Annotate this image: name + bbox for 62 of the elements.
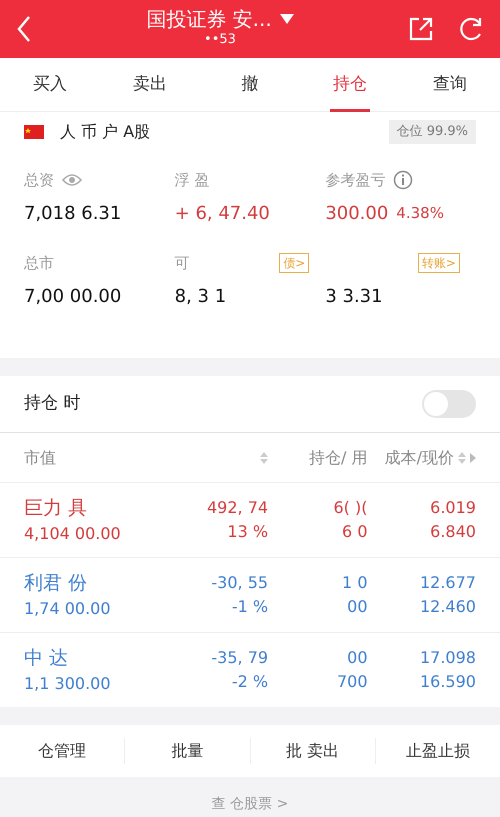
profit-loss: -30, 55	[211, 572, 268, 594]
action-button[interactable]: 仓管理	[0, 738, 126, 764]
profit-loss-percent: -2 %	[232, 671, 268, 693]
current-price: 16.590	[420, 671, 476, 693]
dropdown-icon[interactable]	[280, 14, 294, 24]
metric-value: 7,00 00.00	[24, 285, 122, 309]
position-badge: 仓位 99.9%	[388, 120, 476, 144]
current-price: 6.840	[430, 521, 476, 543]
scroll-right-icon[interactable]	[470, 452, 476, 462]
position-quantity: 6( )(	[334, 497, 368, 519]
metric-value: 8, 3 1	[174, 285, 226, 309]
metric-label: 总资	[24, 170, 54, 191]
available-quantity: 700	[336, 671, 368, 693]
flag-icon	[24, 125, 44, 139]
market-value: 1,74 00.00	[24, 598, 112, 620]
column-header[interactable]: 成本/现价	[384, 446, 454, 470]
back-icon[interactable]	[16, 15, 32, 43]
market-value: 4,104 00.00	[24, 523, 122, 546]
metric-value: 3 3.31	[325, 285, 383, 309]
tab[interactable]: 卖出	[100, 58, 200, 112]
info-icon[interactable]	[393, 170, 414, 190]
window-title: 国投证券 安...	[146, 8, 272, 30]
action-button[interactable]: 批量	[125, 738, 250, 764]
profit-loss-percent: 13 %	[227, 521, 268, 543]
metric-percent: 4.38%	[396, 203, 444, 224]
available-quantity: 6 0	[342, 521, 368, 543]
metric-value: 7,018 6.31	[24, 202, 122, 226]
market-value: 1,1 300.00	[24, 673, 112, 696]
profit-loss: 492, 74	[206, 497, 268, 519]
profit-loss: -35, 79	[211, 647, 268, 669]
action-button[interactable]: 止盈止损	[376, 738, 500, 764]
account-number: ••53	[204, 31, 236, 50]
toggle-label: 持仓 时	[24, 392, 80, 416]
available-quantity: 00	[347, 596, 368, 618]
refresh-icon[interactable]	[458, 16, 484, 42]
profit-loss-percent: -1 %	[232, 596, 268, 618]
metric-value: 300.00	[325, 202, 388, 226]
metric-label: 浮 盈	[174, 170, 210, 191]
metric-label: 可	[174, 252, 190, 274]
tab[interactable]: 查询	[400, 58, 500, 112]
tab[interactable]: 买入	[0, 58, 100, 112]
stock-name: 利君 份	[24, 570, 88, 596]
stock-name: 巨力 具	[24, 496, 88, 521]
current-price: 12.460	[420, 596, 476, 618]
action-button[interactable]: 批 卖出	[250, 738, 376, 764]
cost-price: 6.019	[430, 497, 476, 519]
share-icon[interactable]	[408, 16, 434, 42]
stock-name: 中 达	[24, 646, 70, 671]
tab[interactable]: 持仓	[300, 58, 400, 112]
account-type: 人 币 户 A股	[60, 121, 152, 143]
column-header[interactable]: 持仓/ 用	[309, 446, 368, 470]
position-quantity: 1 0	[342, 572, 368, 594]
eye-icon[interactable]	[62, 173, 82, 187]
toggle-switch[interactable]	[422, 390, 476, 418]
metric-label: 参考盈亏	[325, 170, 386, 191]
cost-price: 17.098	[420, 647, 476, 669]
metric-value: + 6, 47.40	[174, 202, 270, 226]
tab[interactable]: 撤	[200, 58, 300, 112]
cost-price: 12.677	[420, 572, 476, 594]
position-quantity: 00	[347, 647, 368, 669]
column-header[interactable]: 市值	[24, 446, 56, 470]
metric-label: 总市	[24, 252, 54, 274]
